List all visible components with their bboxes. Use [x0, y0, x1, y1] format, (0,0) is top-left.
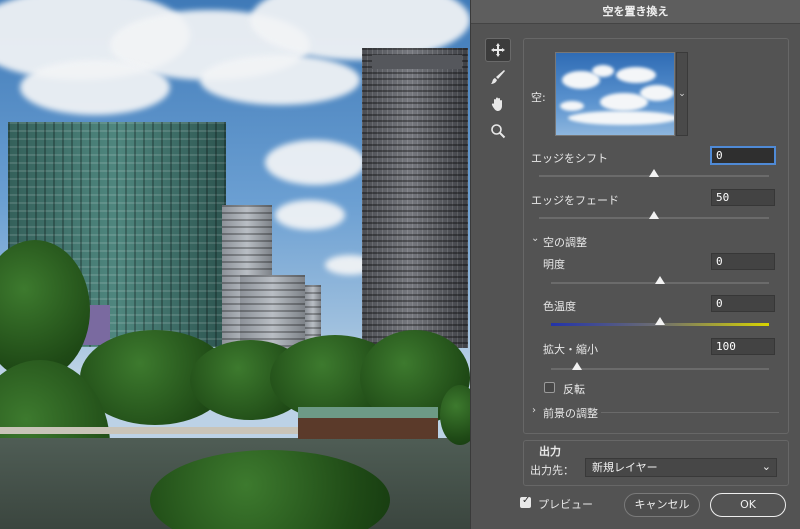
fade-edge-slider-thumb[interactable]	[649, 211, 659, 219]
chevron-down-icon: ⌄	[678, 89, 686, 99]
fade-edge-slider[interactable]	[539, 211, 769, 219]
foreground-adjust-chevron-icon[interactable]: ›	[532, 405, 536, 416]
preview-label: プレビュー	[538, 498, 593, 511]
foreground-adjust-heading[interactable]: 前景の調整	[543, 405, 598, 421]
brightness-input[interactable]: 0	[711, 253, 775, 270]
dialog-title: 空を置き換え	[471, 0, 800, 24]
scale-slider[interactable]	[551, 362, 769, 370]
temperature-slider[interactable]	[551, 317, 769, 326]
ok-button[interactable]: OK	[710, 493, 786, 517]
brush-icon	[491, 70, 505, 84]
cancel-button[interactable]: キャンセル	[624, 493, 700, 517]
temperature-slider-thumb[interactable]	[655, 317, 665, 325]
sky-preset-dropdown[interactable]: ⌄	[676, 52, 688, 136]
flip-checkbox[interactable]	[544, 382, 555, 393]
temperature-input[interactable]: 0	[711, 295, 775, 312]
output-dest-value: 新規レイヤー	[592, 461, 658, 474]
brightness-slider[interactable]	[551, 276, 769, 284]
shift-edge-input[interactable]: 0	[711, 147, 775, 164]
brightness-label: 明度	[543, 258, 565, 271]
dialog-toolbar	[485, 38, 513, 146]
temperature-label: 色温度	[543, 300, 576, 313]
sky-brush-tool[interactable]	[485, 65, 511, 89]
move-icon	[491, 43, 505, 57]
output-heading: 出力	[539, 445, 561, 458]
zoom-tool[interactable]	[485, 119, 511, 143]
preview-checkbox[interactable]	[520, 495, 531, 508]
fade-edge-label: エッジをフェード	[531, 194, 619, 207]
flip-label: 反転	[563, 383, 585, 396]
replace-sky-dialog: 空を置き換え 空: ⌄ エッジをシフト 0 エッジをフェード 50 ⌄ 空の調整…	[470, 0, 800, 529]
shift-edge-slider-thumb[interactable]	[649, 169, 659, 177]
fade-edge-input[interactable]: 50	[711, 189, 775, 206]
output-dest-select[interactable]: 新規レイヤー ⌄	[585, 458, 777, 477]
shift-edge-slider[interactable]	[539, 169, 769, 177]
move-tool[interactable]	[485, 38, 511, 62]
brightness-slider-thumb[interactable]	[655, 276, 665, 284]
output-dest-label: 出力先：	[530, 464, 574, 477]
scale-slider-thumb[interactable]	[572, 362, 583, 370]
scale-label: 拡大・縮小	[543, 343, 598, 356]
sky-adjust-chevron-icon[interactable]: ⌄	[531, 233, 539, 244]
zoom-icon	[491, 124, 506, 139]
hand-icon	[491, 97, 502, 111]
sky-preset-thumbnail[interactable]	[555, 52, 675, 136]
shift-edge-label: エッジをシフト	[531, 152, 608, 165]
sky-adjust-heading[interactable]: 空の調整	[543, 234, 587, 250]
sky-label: 空:	[531, 91, 546, 104]
foreground-divider	[601, 412, 779, 413]
hand-tool[interactable]	[485, 92, 511, 116]
chevron-down-icon: ⌄	[761, 460, 771, 473]
scale-input[interactable]: 100	[711, 338, 775, 355]
